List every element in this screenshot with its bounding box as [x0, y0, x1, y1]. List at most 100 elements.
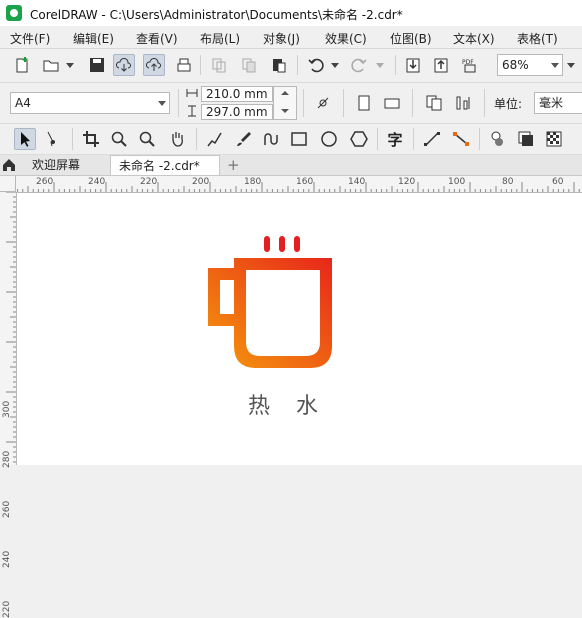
vertical-ruler-ticks [6, 192, 16, 463]
menu-object[interactable]: 对象(J) [263, 30, 300, 47]
freehand-tool-icon[interactable] [204, 128, 226, 150]
rectangle-tool-icon[interactable] [288, 128, 310, 150]
separator [297, 55, 298, 75]
zoom-dropdown-arrow-icon[interactable] [567, 63, 575, 68]
zoom-value: 68% [502, 58, 529, 72]
menu-effects[interactable]: 效果(C) [325, 30, 367, 47]
window-title: CorelDRAW - C:\Users\Administrator\Docum… [30, 8, 403, 22]
line-tool-icon[interactable] [421, 128, 443, 150]
portrait-icon[interactable] [353, 92, 375, 114]
title-bar: CorelDRAW - C:\Users\Administrator\Docum… [0, 0, 582, 26]
import-icon[interactable] [402, 54, 424, 76]
vertical-ruler[interactable]: 300 280 260 240 220 [0, 192, 17, 618]
pattern-tool-icon[interactable] [543, 128, 565, 150]
cup-body [208, 258, 332, 368]
clipboard-icon[interactable] [268, 54, 290, 76]
separator [412, 89, 413, 117]
ruler-label: 60 [552, 177, 564, 187]
open-dropdown-arrow-icon[interactable] [66, 63, 74, 68]
page-size-value: A4 [15, 96, 31, 110]
connector-tool-icon[interactable] [450, 128, 472, 150]
crop-tool-icon[interactable] [80, 128, 102, 150]
chevron-down-icon [551, 63, 559, 68]
text-tool-icon[interactable]: 字 [384, 128, 406, 150]
menu-text[interactable]: 文本(X) [453, 30, 495, 47]
home-icon[interactable] [2, 158, 16, 172]
transparency-tool-icon[interactable] [515, 128, 537, 150]
separator [303, 89, 304, 117]
pdf-icon[interactable]: PDF [459, 54, 481, 76]
toolbox: 字 [0, 124, 582, 155]
pan-tool-icon[interactable] [166, 128, 188, 150]
separator [484, 89, 485, 117]
hot-water-cup-icon[interactable] [200, 228, 340, 378]
export-icon[interactable] [430, 54, 452, 76]
curve-tool-icon[interactable] [260, 128, 282, 150]
open-icon[interactable] [40, 54, 62, 76]
tab-document[interactable]: 未命名 -2.cdr* [110, 155, 220, 175]
dimension-spinner[interactable] [273, 86, 297, 120]
paste-disabled-icon[interactable] [238, 54, 260, 76]
transform-origin-icon[interactable] [312, 92, 334, 114]
landscape-icon[interactable] [381, 92, 403, 114]
add-tab-button[interactable]: + [222, 155, 244, 175]
ruler-origin[interactable] [0, 176, 16, 192]
polygon-tool-icon[interactable] [348, 128, 370, 150]
menu-file[interactable]: 文件(F) [10, 30, 50, 47]
save-icon[interactable] [86, 54, 108, 76]
ruler-label: 240 [88, 177, 106, 187]
ruler-label: 140 [348, 177, 366, 187]
horizontal-ruler[interactable]: 260 240 220 200 180 160 140 120 100 80 6… [0, 176, 582, 193]
menu-table[interactable]: 表格(T) [517, 30, 558, 47]
chevron-down-icon[interactable] [281, 109, 289, 113]
menu-edit[interactable]: 编辑(E) [73, 30, 114, 47]
ruler-label: 280 [2, 450, 12, 468]
zoom-tool-icon[interactable] [108, 128, 130, 150]
ruler-label: 180 [244, 177, 262, 187]
new-document-icon[interactable] [12, 54, 34, 76]
all-pages-icon[interactable] [423, 92, 445, 114]
page-height-input[interactable]: 297.0 mm [201, 104, 273, 120]
chevron-down-icon [158, 101, 166, 106]
shape-tool-icon[interactable] [42, 128, 64, 150]
chevron-up-icon[interactable] [281, 91, 289, 95]
pick-tool-icon[interactable] [14, 128, 36, 150]
ruler-label: 240 [2, 550, 12, 568]
units-value: 毫米 [539, 96, 564, 110]
shadow-tool-icon[interactable] [487, 128, 509, 150]
zoom-level-select[interactable]: 68% [497, 54, 563, 76]
menu-bitmap[interactable]: 位图(B) [390, 30, 432, 47]
separator [479, 128, 480, 150]
print-icon[interactable] [173, 54, 195, 76]
redo-icon[interactable] [348, 54, 370, 76]
ruler-label: 80 [502, 177, 514, 187]
artistic-media-icon[interactable] [232, 128, 254, 150]
copy-disabled-icon[interactable] [208, 54, 230, 76]
separator [413, 128, 414, 150]
coreldraw-logo-icon [6, 5, 22, 21]
ruler-label: 160 [296, 177, 314, 187]
redo-dropdown-arrow-icon[interactable] [376, 63, 384, 68]
ruler-label: 220 [2, 600, 12, 618]
current-page-icon[interactable] [453, 92, 475, 114]
cloud-download-icon[interactable] [113, 54, 135, 76]
units-select[interactable]: 毫米 [534, 92, 582, 114]
ellipse-tool-icon[interactable] [318, 128, 340, 150]
page-size-select[interactable]: A4 [10, 92, 170, 114]
page-width-input[interactable]: 210.0 mm [201, 86, 273, 102]
ruler-label: 200 [192, 177, 210, 187]
ruler-label: 120 [398, 177, 416, 187]
ruler-label: 300 [2, 400, 12, 418]
menu-bar: 文件(F) 编辑(E) 查看(V) 布局(L) 对象(J) 效果(C) 位图(B… [0, 26, 582, 49]
undo-icon[interactable] [305, 54, 327, 76]
steam-line [264, 236, 270, 252]
ruler-label: 220 [140, 177, 158, 187]
undo-dropdown-arrow-icon[interactable] [331, 63, 339, 68]
width-icon [186, 87, 198, 99]
zoom-out-icon[interactable] [136, 128, 158, 150]
menu-view[interactable]: 查看(V) [136, 30, 178, 47]
cloud-upload-icon[interactable] [143, 54, 165, 76]
tab-welcome-screen[interactable]: 欢迎屏幕 [24, 155, 89, 175]
ruler-label: 260 [2, 500, 12, 518]
menu-layout[interactable]: 布局(L) [200, 30, 240, 47]
